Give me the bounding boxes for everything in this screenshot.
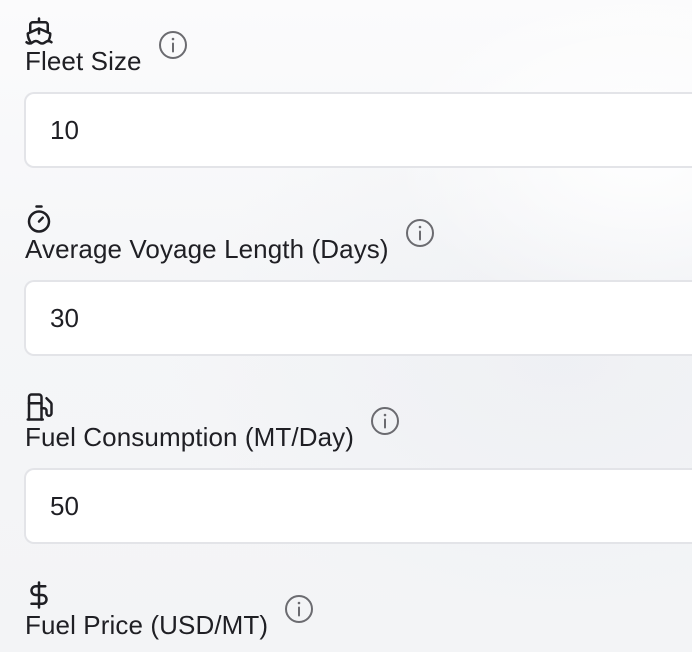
info-icon[interactable]	[158, 30, 188, 60]
stopwatch-icon	[24, 204, 54, 234]
fleet-size-input[interactable]	[24, 92, 692, 168]
info-icon[interactable]	[284, 594, 314, 624]
field-label: Average Voyage Length (Days)	[25, 234, 389, 264]
ship-icon	[24, 16, 54, 46]
label-row: Fuel Price (USD/MT)	[25, 595, 314, 640]
info-icon[interactable]	[405, 218, 435, 248]
label-row: Fleet Size	[25, 31, 188, 76]
fuel-pump-icon	[24, 392, 54, 422]
field-label: Fleet Size	[25, 46, 142, 76]
dollar-icon	[24, 580, 54, 610]
fuel-consumption-input[interactable]	[24, 468, 692, 544]
info-icon[interactable]	[370, 406, 400, 436]
label-row: Fuel Consumption (MT/Day)	[25, 407, 400, 452]
average-voyage-length-input[interactable]	[24, 280, 692, 356]
label-row: Average Voyage Length (Days)	[25, 219, 435, 264]
field-label: Fuel Consumption (MT/Day)	[25, 422, 355, 452]
field-label: Fuel Price (USD/MT)	[25, 610, 269, 640]
